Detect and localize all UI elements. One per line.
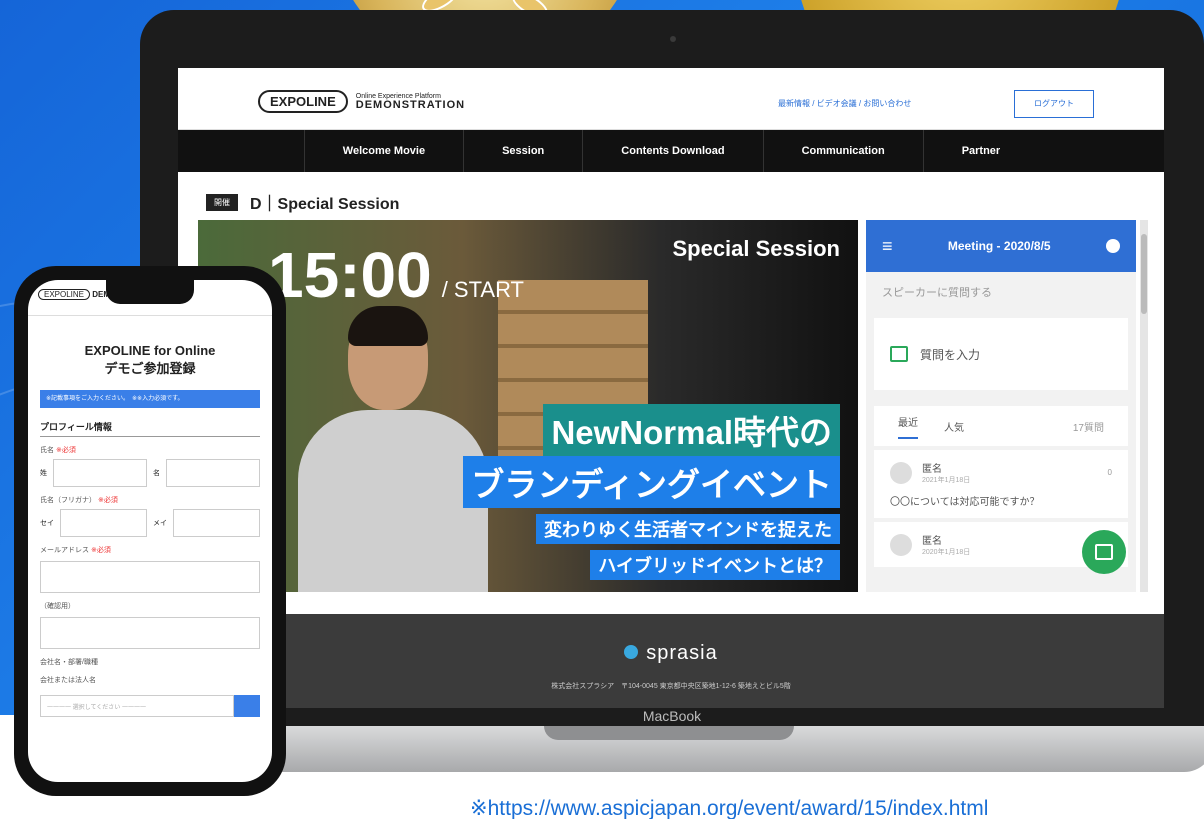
search-button[interactable] [234, 695, 260, 717]
first-name-field[interactable] [166, 459, 260, 487]
site-footer: sprasia 株式会社スプラシア 〒104-0045 東京都中央区築地1-12… [178, 614, 1164, 708]
company-label: 会社名・部署/職種 [40, 659, 98, 666]
device-label: MacBook [642, 708, 702, 724]
footer-address: 株式会社スプラシア 〒104-0045 東京都中央区築地1-12-6 築地えとビ… [551, 683, 791, 690]
name-label: 氏名 ※必須 [40, 447, 76, 454]
headline-line4: ハイブリッドイベントとは？ [590, 550, 840, 580]
menu-icon[interactable]: ≡ [882, 236, 893, 257]
logo-pill: EXPOLINE [258, 90, 348, 113]
last-name-kana-field[interactable] [60, 509, 147, 537]
question-count: 17質問 [1072, 422, 1104, 434]
avatar [890, 533, 912, 556]
last-name-field[interactable] [53, 459, 147, 487]
compose-question-button[interactable] [1082, 530, 1126, 574]
email-confirm-field[interactable] [40, 617, 260, 649]
status-badge: 開催 [206, 193, 238, 211]
email-label: メールアドレス ※必須 [40, 547, 111, 554]
tab-popular[interactable]: 人気 [944, 419, 964, 434]
laptop-mockup: EXPOLINE Online Experience Platform DEMO… [134, 10, 1204, 772]
laptop-base [134, 726, 1204, 772]
scrollbar[interactable] [1140, 220, 1148, 592]
sprasia-logo: sprasia [178, 642, 1164, 665]
profile-section-title: プロフィール情報 [40, 420, 260, 437]
company-sub-label: 会社または法人名 [40, 677, 96, 684]
email-field[interactable] [40, 561, 260, 593]
camera-icon [670, 36, 676, 42]
kana-label: 氏名（フリガナ） ※必須 [40, 497, 118, 504]
ask-speaker-label: スピーカーに質問する [882, 287, 992, 299]
edit-icon [890, 346, 908, 362]
company-select[interactable]: 一一一一 選択してください 一一一一 [40, 695, 260, 717]
headline-line3: 変わりゆく生活者マインドを捉えた [536, 514, 840, 544]
sprasia-icon [624, 645, 639, 659]
question-input[interactable]: 質問を入力 [874, 318, 1128, 390]
like-count[interactable]: 0 [1108, 468, 1112, 477]
video-session-label: Special Session [672, 236, 840, 261]
email-confirm-label: （確認用） [40, 603, 75, 610]
headline-line1: NewNormal時代の [543, 404, 840, 456]
laptop-lid: EXPOLINE Online Experience Platform DEMO… [140, 10, 1204, 730]
logo-subtitle: DEMONSTRATION [355, 99, 466, 111]
expoline-logo[interactable]: EXPOLINE Online Experience Platform DEMO… [258, 90, 465, 113]
header-links[interactable]: 最新情報 / ビデオ会議 / お問い合わせ [778, 98, 911, 109]
session-title: 開催 D｜Special Session [206, 190, 399, 214]
main-nav: Welcome Movie Session Contents Download … [178, 130, 1164, 172]
user-icon[interactable] [1105, 239, 1120, 253]
notice-bar: ※記載事項をご入力ください。 ※※入力必須です。 [40, 390, 260, 408]
tab-recent[interactable]: 最近 [898, 414, 918, 439]
site-header: EXPOLINE Online Experience Platform DEMO… [178, 68, 1164, 130]
video-player[interactable]: PM 15:00 / START Special Session NewNorm… [198, 220, 858, 592]
question-tabs: 最近 人気 17質問 [874, 406, 1128, 446]
qa-panel: ≡ Meeting - 2020/8/5 スピーカーに質問する 質問を入力 最近… [866, 220, 1136, 592]
award-url-note[interactable]: ※https://www.aspicjapan.org/event/award/… [470, 796, 988, 819]
list-item[interactable]: 匿名 2021年1月18日 0 〇〇については対応可能ですか？ [874, 450, 1128, 518]
avatar [890, 461, 912, 484]
nav-session[interactable]: Session [463, 130, 582, 172]
first-name-kana-field[interactable] [173, 509, 260, 537]
logout-button[interactable]: ログアウト [1014, 90, 1094, 118]
mobile-page-title: EXPOLINE for Online デモご参加登録 [84, 343, 216, 376]
headline-line2: ブランディングイベント [463, 456, 840, 508]
panel-header: ≡ Meeting - 2020/8/5 [866, 220, 1136, 272]
mobile-logo: EXPOLINE [38, 289, 91, 300]
phone-mockup: EXPOLINE DEMONSTRATION EXPOLINE for Onli… [14, 266, 286, 796]
session-heading: D｜Special Session [250, 196, 400, 213]
laptop-screen: EXPOLINE Online Experience Platform DEMO… [178, 68, 1164, 708]
nav-contents-download[interactable]: Contents Download [582, 130, 762, 172]
meeting-title: Meeting - 2020/8/5 [947, 239, 1051, 253]
phone-screen: EXPOLINE DEMONSTRATION EXPOLINE for Onli… [28, 280, 272, 782]
nav-partner[interactable]: Partner [922, 130, 1039, 172]
question-text: 〇〇については対応可能ですか？ [890, 497, 1040, 508]
speaker-image [288, 306, 498, 592]
nav-communication[interactable]: Communication [762, 130, 923, 172]
nav-welcome-movie[interactable]: Welcome Movie [303, 130, 463, 172]
